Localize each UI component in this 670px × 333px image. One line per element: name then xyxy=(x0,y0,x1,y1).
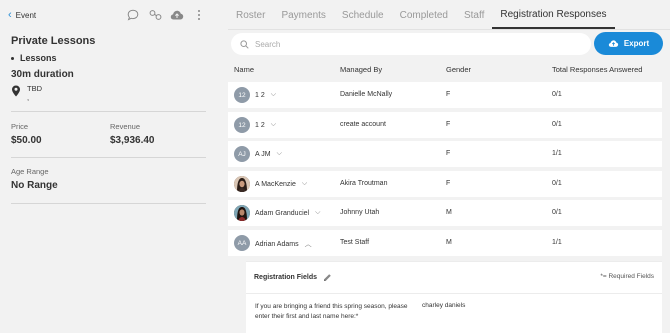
location-name: TBD xyxy=(27,84,42,93)
required-fields-note: *= Required Fields xyxy=(600,273,654,280)
managed-by: Akira Troutman xyxy=(340,180,388,187)
main-content: Roster Payments Schedule Completed Staff… xyxy=(228,0,670,333)
event-location: TBD , xyxy=(11,84,42,102)
registration-fields-title: Registration Fields xyxy=(254,273,332,282)
total-responses: 0/1 xyxy=(552,91,562,98)
tab-payments[interactable]: Payments xyxy=(273,10,333,29)
more-vertical-icon[interactable] xyxy=(192,8,206,22)
event-category-label: Lessons xyxy=(20,53,57,63)
age-range-value: No Range xyxy=(11,180,58,191)
total-responses: 0/1 xyxy=(552,209,562,216)
age-range-label: Age Range xyxy=(11,167,49,176)
cloud-upload-icon xyxy=(608,40,618,47)
participant-name: Adrian Adams xyxy=(255,240,299,248)
sidebar-toolbar: ‹ Event xyxy=(0,0,220,30)
chevron-down-icon[interactable]: ⌵ xyxy=(271,121,276,129)
avatar: 12 xyxy=(234,117,250,133)
participant-name: A JM xyxy=(255,150,271,158)
gender: F xyxy=(446,121,451,128)
revenue-value: $3,936.40 xyxy=(110,135,155,146)
chevron-left-icon: ‹ xyxy=(8,8,12,21)
avatar: AJ xyxy=(234,146,250,162)
event-category: Lessons xyxy=(11,53,57,63)
table-row[interactable]: 12 1 2 ⌵ create account F 0/1 xyxy=(228,112,662,138)
total-responses: 0/1 xyxy=(552,121,562,128)
back-to-event-link[interactable]: ‹ Event xyxy=(8,8,37,21)
search-icon xyxy=(240,39,249,49)
export-label: Export xyxy=(623,39,650,48)
back-label: Event xyxy=(15,10,37,20)
bullet-icon xyxy=(11,56,14,60)
tab-schedule[interactable]: Schedule xyxy=(334,10,392,29)
avatar: 12 xyxy=(234,87,250,103)
table-row[interactable]: AJ A JM ⌵ F 1/1 xyxy=(228,141,662,167)
total-responses: 0/1 xyxy=(552,180,562,187)
chevron-up-icon[interactable]: ︿ xyxy=(305,239,312,249)
registration-question: If you are bringing a friend this spring… xyxy=(255,303,408,320)
participant-name: 1 2 xyxy=(255,91,265,99)
search-bar xyxy=(231,33,591,55)
gender: F xyxy=(446,150,451,157)
gender: M xyxy=(446,239,452,246)
avatar-photo xyxy=(234,176,250,192)
participant-name: Adam Granduciel xyxy=(255,209,310,217)
managed-by: Danielle McNally xyxy=(340,91,393,98)
managed-by: Test Staff xyxy=(340,239,370,246)
location-pin-icon xyxy=(12,85,20,97)
cloud-upload-icon[interactable] xyxy=(170,8,184,22)
participant-name: A MacKenzie xyxy=(255,180,296,188)
tab-bar: Roster Payments Schedule Completed Staff… xyxy=(228,0,670,30)
gender: F xyxy=(446,91,451,98)
table-row[interactable]: A MacKenzie ⌵ Akira Troutman F 0/1 xyxy=(228,171,662,197)
tab-roster[interactable]: Roster xyxy=(228,10,273,29)
registration-fields-panel: Registration Fields *= Required Fields I… xyxy=(246,261,662,333)
table-row[interactable]: Adam Granduciel ⌵ Johnny Utah M 0/1 xyxy=(228,200,662,226)
sidebar-divider xyxy=(11,157,206,158)
column-header-managed-by[interactable]: Managed By xyxy=(340,65,382,74)
column-header-gender[interactable]: Gender xyxy=(446,65,471,74)
column-header-total-responses[interactable]: Total Responses Answered xyxy=(552,65,642,74)
avatar-photo xyxy=(234,205,250,221)
participant-name: 1 2 xyxy=(255,121,265,129)
column-header-name[interactable]: Name xyxy=(234,65,254,74)
total-responses: 1/1 xyxy=(552,150,562,157)
tab-staff[interactable]: Staff xyxy=(456,10,492,29)
event-sidebar: ‹ Event Private Lessons Lessons 30m dura… xyxy=(0,0,220,333)
chevron-down-icon[interactable]: ⌵ xyxy=(277,150,282,158)
chat-icon[interactable] xyxy=(126,8,140,22)
price-value: $50.00 xyxy=(11,135,42,146)
event-duration: 30m duration xyxy=(11,69,74,80)
gender: M xyxy=(446,209,452,216)
event-title: Private Lessons xyxy=(11,35,96,47)
export-button[interactable]: Export xyxy=(594,32,663,55)
tab-registration-responses[interactable]: Registration Responses xyxy=(492,9,615,29)
registration-answer: charley daniels xyxy=(422,302,466,309)
pencil-icon[interactable] xyxy=(323,273,332,282)
gender: F xyxy=(446,180,451,187)
price-label: Price xyxy=(11,122,29,131)
chevron-down-icon[interactable]: ⌵ xyxy=(271,91,276,99)
tab-completed[interactable]: Completed xyxy=(392,10,456,29)
location-detail: , xyxy=(27,93,30,102)
divider xyxy=(246,293,662,294)
sidebar-divider xyxy=(11,203,206,204)
table-row[interactable]: AA Adrian Adams ︿ Test Staff M 1/1 xyxy=(228,230,662,256)
revenue-label: Revenue xyxy=(110,122,141,131)
chevron-down-icon[interactable]: ⌵ xyxy=(315,209,320,217)
table-header: Name Managed By Gender Total Responses A… xyxy=(228,60,670,78)
registration-fields-label: Registration Fields xyxy=(254,274,318,281)
search-input[interactable] xyxy=(255,39,555,49)
avatar: AA xyxy=(234,235,250,251)
chevron-down-icon[interactable]: ⌵ xyxy=(302,180,307,188)
managed-by: create account xyxy=(340,121,386,128)
toolbar-icons xyxy=(126,8,206,22)
managed-by: Johnny Utah xyxy=(340,209,380,216)
sidebar-divider xyxy=(11,111,206,112)
table-row[interactable]: 12 1 2 ⌵ Danielle McNally F 0/1 xyxy=(228,82,662,108)
link-icon[interactable] xyxy=(148,8,162,22)
total-responses: 1/1 xyxy=(552,239,562,246)
